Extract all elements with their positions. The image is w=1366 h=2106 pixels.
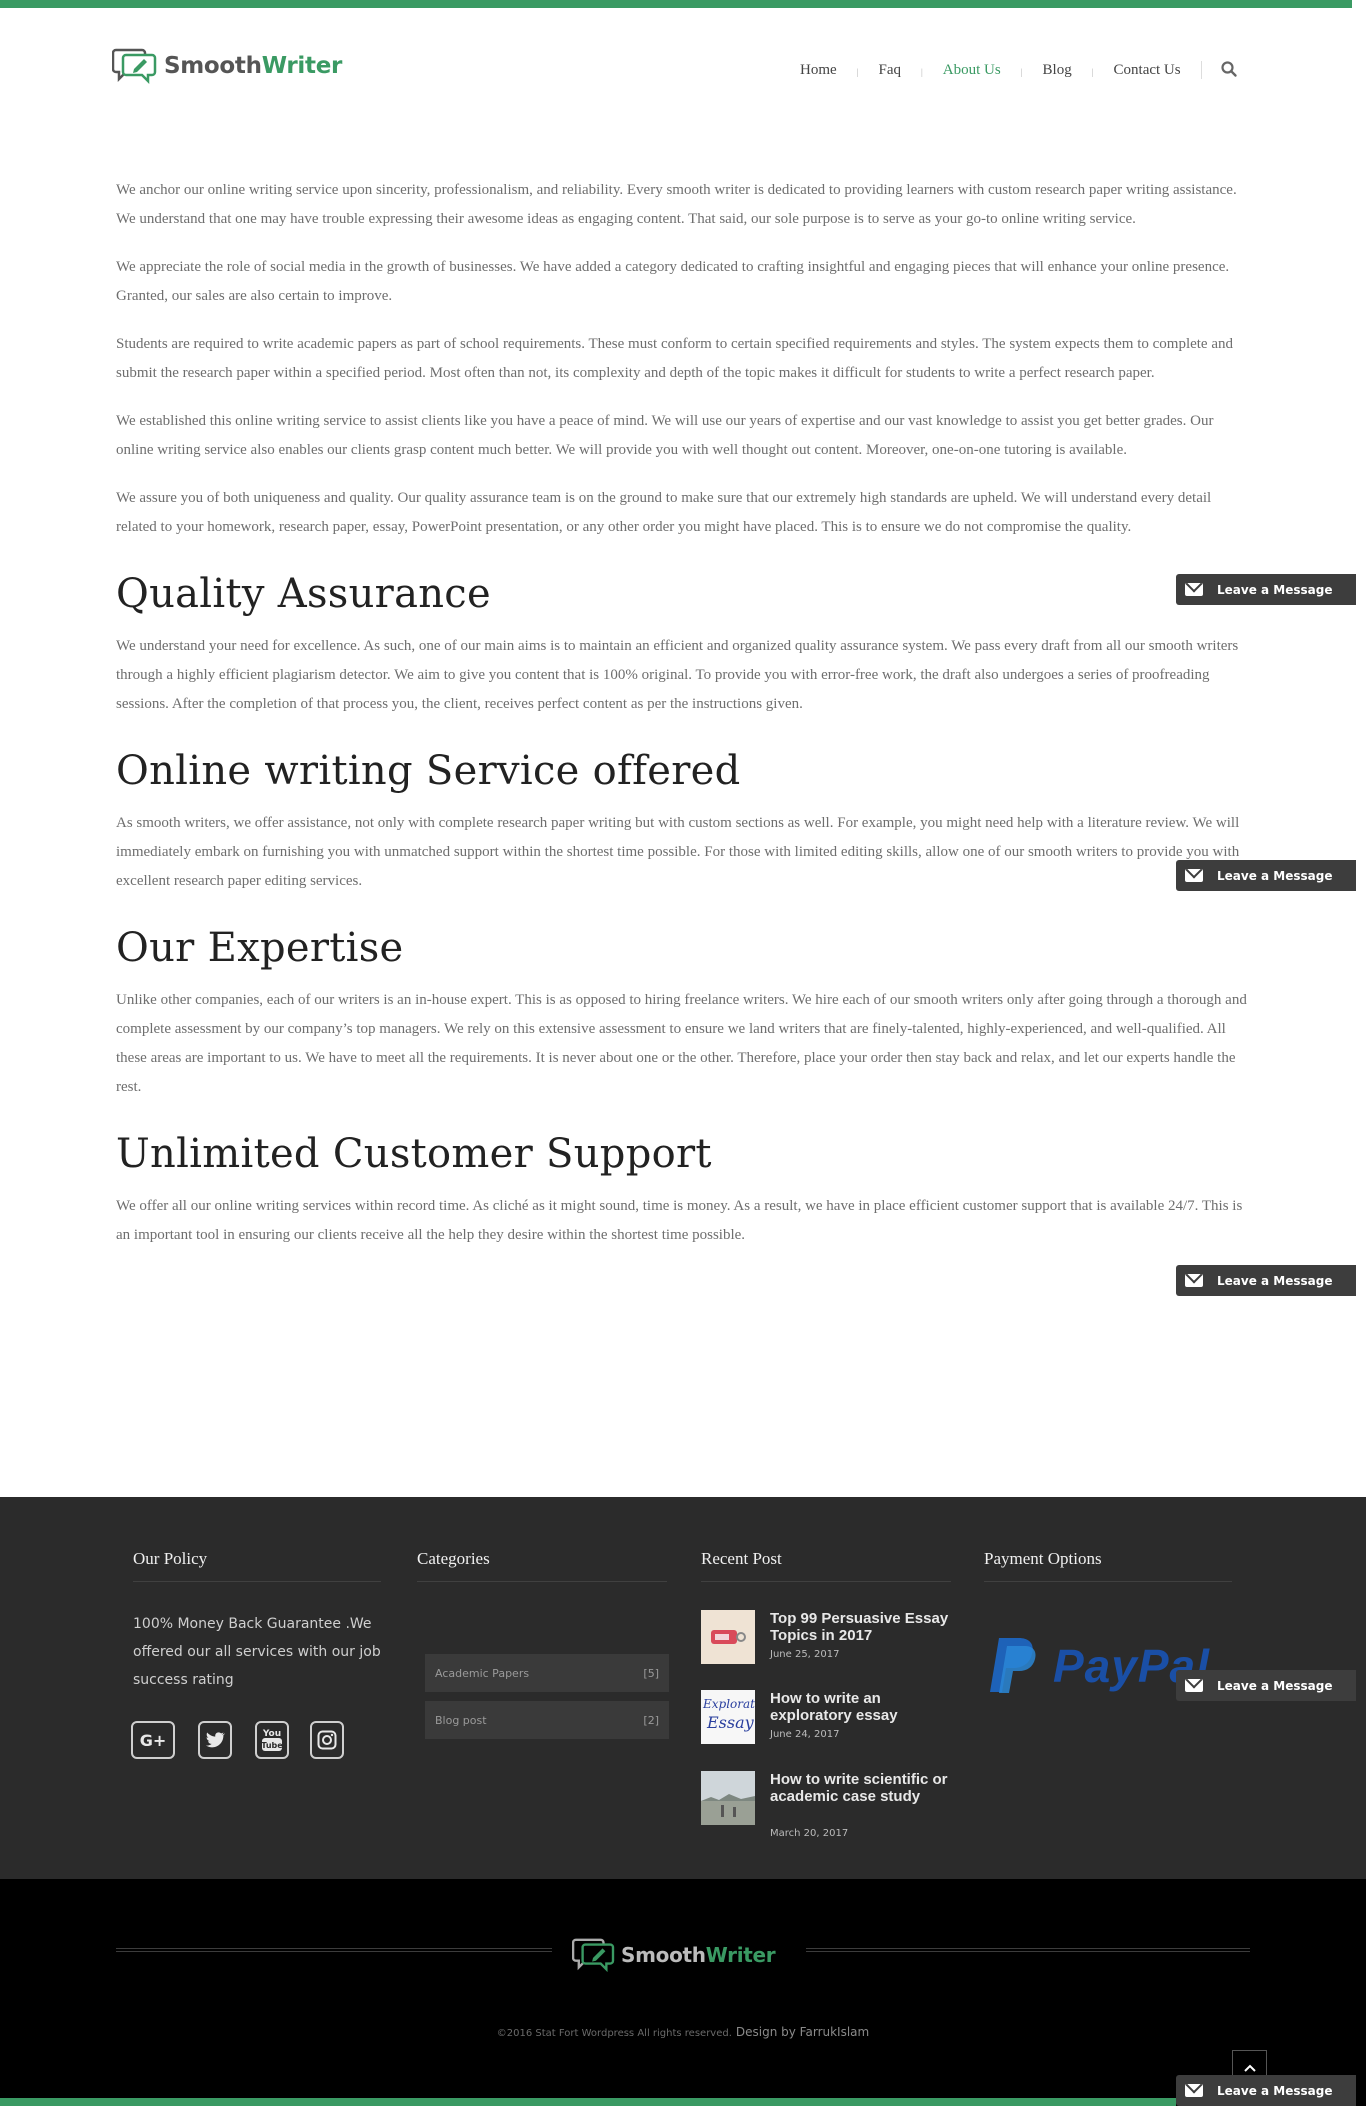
section-text-our-expertise: Unlike other companies, each of our writ… bbox=[116, 992, 1247, 1095]
youtube-icon-top-text: You bbox=[262, 1729, 281, 1739]
footer-heading-recent-post: Recent Post bbox=[701, 1549, 782, 1568]
section-heading-service-offered: Online writing Service offered bbox=[116, 748, 741, 794]
leave-message-button[interactable]: Leave a Message bbox=[1176, 860, 1356, 891]
nav-separator: | bbox=[1020, 67, 1023, 77]
footer-divider bbox=[417, 1581, 667, 1582]
category-label: Blog post bbox=[435, 1713, 487, 1727]
nav-contact-us[interactable]: Contact Us bbox=[1114, 62, 1181, 79]
copyright-text: ©2016 Stat Fort Wordpress All rights res… bbox=[496, 2028, 732, 2039]
bottom-accent-bar bbox=[0, 2098, 1176, 2106]
section-text-customer-support: We offer all our online writing services… bbox=[116, 1198, 1243, 1243]
site-footer: Our Policy 100% Money Back Guarantee .We… bbox=[0, 1497, 1366, 1879]
section-heading-customer-support: Unlimited Customer Support bbox=[116, 1131, 712, 1177]
footer-heading-payment: Payment Options bbox=[984, 1549, 1102, 1568]
leave-message-label: Leave a Message bbox=[1217, 582, 1333, 597]
leave-message-button[interactable]: Leave a Message bbox=[1176, 1670, 1356, 1701]
leave-message-label: Leave a Message bbox=[1217, 1273, 1333, 1288]
intro-paragraph: We assure you of both uniqueness and qua… bbox=[116, 490, 1212, 535]
section-text-service-offered: As smooth writers, we offer assistance, … bbox=[116, 815, 1240, 889]
main-nav: Home | Faq | About Us | Blog | Contact U… bbox=[800, 60, 1240, 80]
footer-logo[interactable]: SmoothWriter bbox=[572, 1936, 776, 1974]
post-title[interactable]: How to write an exploratory essay bbox=[770, 1690, 960, 1724]
footer-heading-policy: Our Policy bbox=[133, 1549, 208, 1568]
section-heading-quality-assurance: Quality Assurance bbox=[116, 571, 491, 617]
category-item[interactable]: Blog post [2] bbox=[425, 1701, 669, 1739]
post-date: June 24, 2017 bbox=[770, 1729, 840, 1740]
copyright-line: ©2016 Stat Fort Wordpress All rights res… bbox=[0, 2025, 1366, 2039]
post-thumbnail bbox=[701, 1771, 755, 1825]
envelope-icon bbox=[1185, 1274, 1203, 1287]
category-item[interactable]: Academic Papers [5] bbox=[425, 1654, 669, 1692]
section-heading-our-expertise: Our Expertise bbox=[116, 925, 404, 971]
paypal-icon bbox=[990, 1638, 1036, 1693]
policy-text: 100% Money Back Guarantee .We offered ou… bbox=[133, 1616, 381, 1688]
chevron-up-icon bbox=[1243, 2064, 1256, 2072]
footer-heading-categories: Categories bbox=[417, 1549, 490, 1568]
post-thumbnail: Exploratory Essay bbox=[701, 1690, 755, 1744]
google-plus-icon[interactable]: G+ bbox=[131, 1721, 175, 1759]
intro-paragraph: We anchor our online writing service upo… bbox=[116, 182, 1237, 227]
youtube-icon[interactable]: You Tube bbox=[255, 1721, 289, 1759]
post-thumbnail bbox=[701, 1610, 755, 1664]
thumbnail-handwritten-text: Essay bbox=[706, 1713, 755, 1732]
nav-home[interactable]: Home bbox=[800, 62, 837, 79]
intro-paragraph: We appreciate the role of social media i… bbox=[116, 259, 1230, 304]
section-text-quality-assurance: We understand your need for excellence. … bbox=[116, 638, 1239, 712]
designer-credit[interactable]: Design by FarrukIslam bbox=[736, 2025, 869, 2039]
post-date: June 25, 2017 bbox=[770, 1649, 840, 1660]
leave-message-label: Leave a Message bbox=[1217, 2083, 1333, 2098]
search-icon[interactable] bbox=[1220, 60, 1240, 80]
logo-chat-icon bbox=[111, 46, 158, 86]
logo-word-smooth: Smooth bbox=[621, 1943, 706, 1967]
leave-message-button[interactable]: Leave a Message bbox=[1176, 2075, 1356, 2106]
site-logo[interactable]: SmoothWriter bbox=[111, 46, 342, 86]
bottom-divider-right bbox=[806, 1948, 1250, 1952]
leave-message-label: Leave a Message bbox=[1217, 1678, 1333, 1693]
category-label: Academic Papers bbox=[435, 1666, 530, 1680]
site-header: SmoothWriter Home | Faq | About Us | Blo… bbox=[0, 8, 1366, 118]
bottom-bar: SmoothWriter ©2016 Stat Fort Wordpress A… bbox=[0, 1879, 1366, 2106]
leave-message-button[interactable]: Leave a Message bbox=[1176, 1265, 1356, 1296]
footer-divider bbox=[701, 1581, 951, 1582]
post-title[interactable]: Top 99 Persuasive Essay Topics in 2017 bbox=[770, 1610, 960, 1644]
footer-divider bbox=[984, 1581, 1232, 1582]
nav-separator: | bbox=[920, 67, 923, 77]
twitter-icon[interactable] bbox=[198, 1721, 232, 1759]
youtube-icon-bottom-text: Tube bbox=[261, 1741, 283, 1750]
post-date: March 20, 2017 bbox=[770, 1828, 849, 1839]
envelope-icon bbox=[1185, 583, 1203, 596]
leave-message-label: Leave a Message bbox=[1217, 868, 1333, 883]
nav-separator: | bbox=[856, 67, 859, 77]
main-content: We anchor our online writing service upo… bbox=[116, 176, 1252, 1269]
footer-logo-wordmark: SmoothWriter bbox=[621, 1943, 776, 1967]
thumbnail-handwritten-text: Exploratory bbox=[702, 1697, 755, 1711]
nav-about-us[interactable]: About Us bbox=[943, 62, 1001, 79]
top-accent-bar bbox=[0, 0, 1352, 8]
nav-divider bbox=[1200, 61, 1202, 79]
instagram-icon[interactable] bbox=[310, 1721, 344, 1759]
logo-wordmark: SmoothWriter bbox=[164, 53, 342, 79]
logo-word-writer: Writer bbox=[261, 53, 343, 79]
logo-word-writer: Writer bbox=[705, 1943, 776, 1967]
post-title[interactable]: How to write scientific or academic case… bbox=[770, 1771, 960, 1805]
bottom-divider-left bbox=[116, 1948, 552, 1952]
envelope-icon bbox=[1185, 2084, 1203, 2097]
envelope-icon bbox=[1185, 1679, 1203, 1692]
nav-separator: | bbox=[1091, 67, 1094, 77]
envelope-icon bbox=[1185, 869, 1203, 882]
logo-word-smooth: Smooth bbox=[164, 53, 262, 79]
leave-message-button[interactable]: Leave a Message bbox=[1176, 574, 1356, 605]
nav-faq[interactable]: Faq bbox=[878, 62, 901, 79]
category-count: [5] bbox=[643, 1666, 659, 1680]
intro-paragraph: We established this online writing servi… bbox=[116, 413, 1214, 458]
intro-paragraph: Students are required to write academic … bbox=[116, 336, 1234, 381]
footer-divider bbox=[133, 1581, 381, 1582]
logo-chat-icon bbox=[572, 1938, 615, 1973]
nav-blog[interactable]: Blog bbox=[1043, 62, 1072, 79]
category-count: [2] bbox=[643, 1713, 659, 1727]
